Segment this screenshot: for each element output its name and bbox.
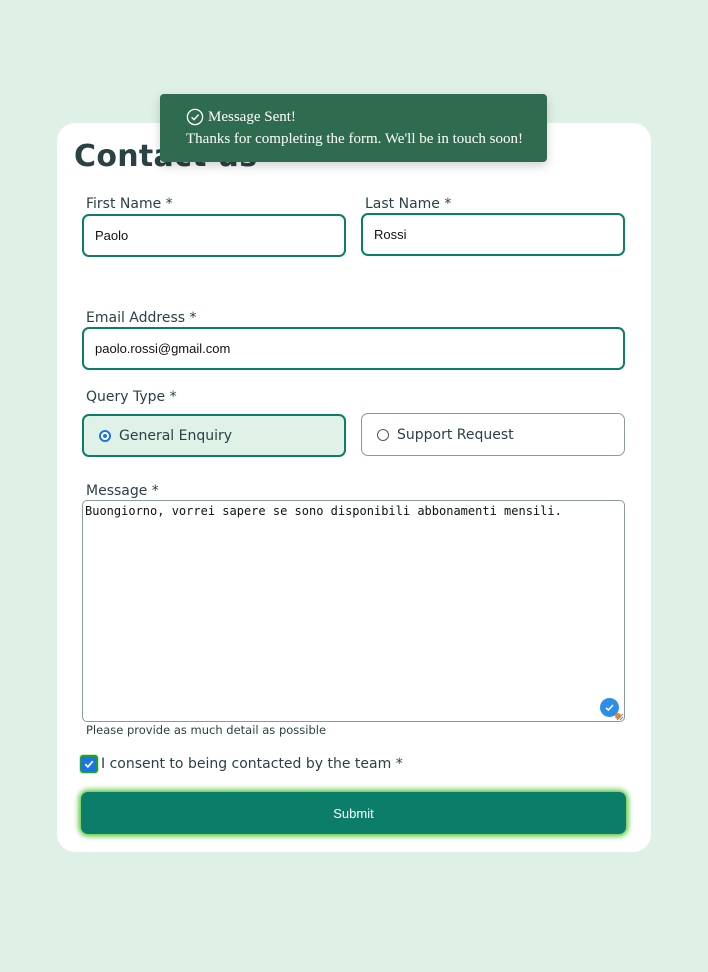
- query-option-label: General Enquiry: [119, 427, 233, 444]
- query-type-label: Query Type *: [86, 389, 177, 405]
- email-field[interactable]: [82, 327, 625, 370]
- query-option-general-enquiry[interactable]: General Enquiry: [82, 414, 346, 457]
- last-name-label: Last Name *: [365, 196, 452, 212]
- email-label: Email Address *: [86, 310, 197, 326]
- submit-button[interactable]: Submit: [81, 792, 626, 834]
- message-label: Message *: [86, 483, 159, 499]
- toast-message: Thanks for completing the form. We'll be…: [186, 131, 523, 147]
- last-name-field[interactable]: [361, 213, 625, 256]
- message-textarea[interactable]: Buongiorno, vorrei sapere se sono dispon…: [82, 500, 625, 722]
- consent-checkbox[interactable]: [80, 755, 98, 773]
- query-option-support-request[interactable]: Support Request: [361, 413, 625, 456]
- radio-selected-icon[interactable]: [99, 429, 111, 442]
- toast-header: Message Sent!: [186, 108, 296, 126]
- query-option-label: Support Request: [397, 426, 514, 443]
- toast-heading: Message Sent!: [208, 108, 296, 125]
- consent-label[interactable]: I consent to being contacted by the team…: [101, 756, 403, 772]
- success-toast: Message Sent! Thanks for completing the …: [160, 94, 547, 162]
- first-name-label: First Name *: [86, 196, 173, 212]
- first-name-field[interactable]: [82, 214, 346, 257]
- checkmark-icon: [84, 760, 94, 769]
- resize-handle-icon[interactable]: [615, 712, 624, 721]
- check-circle-icon: [186, 108, 204, 126]
- message-hint: Please provide as much detail as possibl…: [86, 723, 327, 737]
- radio-unselected-icon[interactable]: [377, 428, 389, 441]
